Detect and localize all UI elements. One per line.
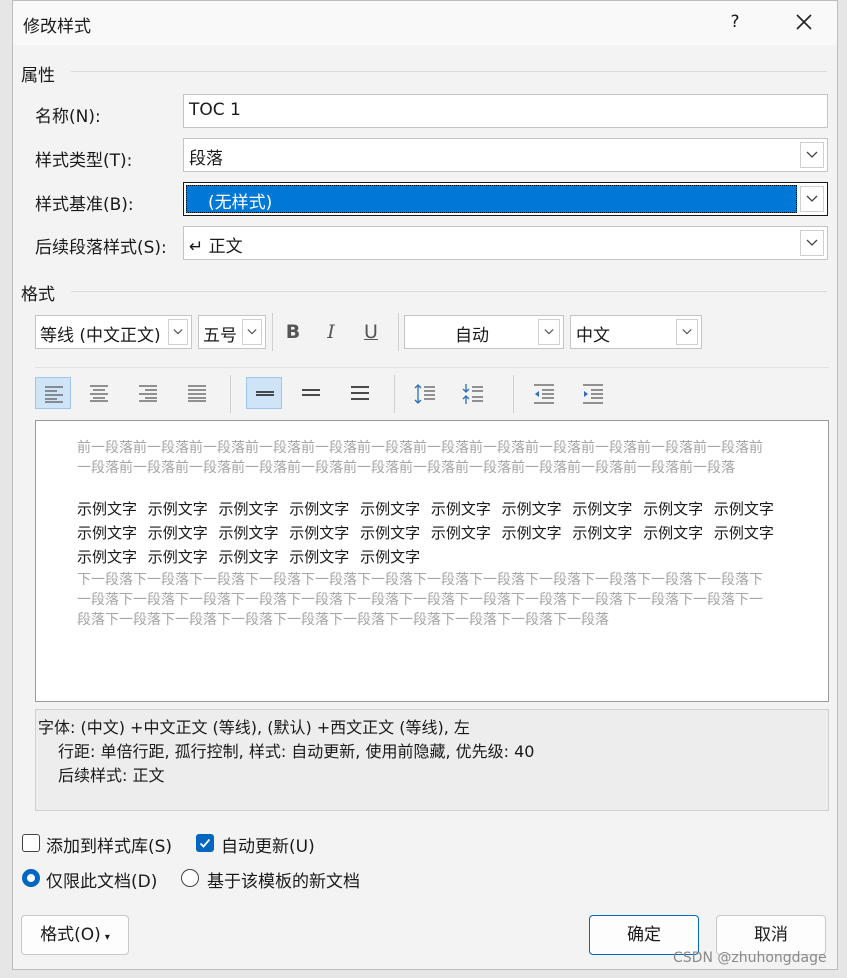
previous-paragraph-text: 前一段落前一段落前一段落前一段落前一段落前一段落前一段落前一段落前一段落前一段落… [77,440,763,476]
single-spacing-button[interactable] [246,377,282,409]
only-this-document-label[interactable]: 仅限此文档(D) [46,867,157,892]
based-on-label: 样式基准(B): [35,195,134,215]
selection-highlight [186,185,797,213]
script-dropdown[interactable]: 中文 [570,315,702,349]
align-center-button[interactable] [81,377,117,409]
name-label: 名称(N): [35,107,101,127]
paragraph-spacing-decrease-icon [462,384,483,404]
style-preview-pane: 前一段落前一段落前一段落前一段落前一段落前一段落前一段落前一段落前一段落前一段落… [35,420,829,702]
decrease-indent-button[interactable] [525,377,561,409]
name-field[interactable]: TOC 1 [183,94,828,128]
font-value: 等线 (中文正文) [40,326,161,346]
chevron-down-icon[interactable] [242,319,262,345]
watermark-text: CSDN @zhuhongdage [673,950,827,966]
based-on-dropdown[interactable]: (无样式) [183,182,828,216]
chevron-down-icon[interactable] [800,230,824,256]
modify-style-dialog: 修改样式 ? 属性 名称(N): TOC 1 样式类型(T): 段落 样式基准(… [12,0,838,970]
description-line-1: 字体: (中文) +中文正文 (等线), (默认) +西文正文 (等线), 左 [38,718,470,737]
align-left-icon [45,386,63,403]
paragraph-spacing-increase-icon [414,384,435,404]
format-menu-button[interactable]: 格式(O) ▾ [21,915,129,955]
add-to-gallery-label[interactable]: 添加到样式库(S) [46,832,172,857]
style-type-value: 段落 [189,149,223,169]
align-left-button[interactable] [35,377,71,409]
style-type-dropdown[interactable]: 段落 [183,138,828,172]
description-line-2: 行距: 单倍行距, 孤行控制, 样式: 自动更新, 使用前隐藏, 优先级: 40 [58,742,535,761]
increase-indent-icon [583,384,603,404]
toolbar-separator [513,375,514,413]
format-heading: 格式 [21,285,55,305]
close-button[interactable] [789,5,819,39]
one-half-spacing-button[interactable] [293,377,329,409]
properties-divider [71,71,827,72]
script-value: 中文 [576,326,610,346]
sample-text: 示例文字 示例文字 示例文字 示例文字 示例文字 示例文字 示例文字 示例文字 … [77,500,774,566]
close-icon [796,14,812,30]
font-size-dropdown[interactable]: 五号 [198,315,266,349]
font-color-dropdown[interactable]: 自动 [404,315,564,349]
align-right-icon [139,385,157,402]
decrease-indent-icon [534,384,554,404]
name-value: TOC 1 [189,100,241,120]
next-style-dropdown[interactable]: ↵ 正文 [183,226,828,260]
font-size-value: 五号 [203,326,237,346]
style-type-label: 样式类型(T): [35,151,133,171]
font-color-value: 自动 [455,326,489,346]
chevron-down-icon[interactable] [676,319,698,345]
double-spacing-icon [351,386,369,400]
dropdown-arrow-icon: ▾ [104,932,110,943]
toolbar-separator [272,313,273,351]
justify-icon [188,385,206,402]
chevron-down-icon[interactable] [538,319,560,345]
italic-button[interactable]: I [313,315,349,349]
align-center-icon [90,385,108,402]
decrease-paragraph-spacing-button[interactable] [454,377,490,409]
toolbar-separator [394,375,395,413]
chevron-down-icon[interactable] [800,186,824,212]
next-style-value: ↵ 正文 [189,237,243,257]
dialog-title: 修改样式 [23,17,91,37]
cancel-button[interactable]: 取消 [716,915,826,955]
next-paragraph-text: 下一段落下一段落下一段落下一段落下一段落下一段落下一段落下一段落下一段落下一段落… [77,572,763,628]
next-style-label: 后续段落样式(S): [35,238,167,258]
increase-indent-button[interactable] [574,377,610,409]
properties-heading: 属性 [21,66,55,86]
one-half-spacing-icon [302,389,320,396]
add-to-gallery-checkbox[interactable] [22,834,40,852]
title-bar: 修改样式 ? [13,1,837,45]
double-spacing-button[interactable] [342,377,378,409]
help-button[interactable]: ? [720,5,750,39]
font-dropdown[interactable]: 等线 (中文正文) [35,315,192,349]
style-description: 字体: (中文) +中文正文 (等线), (默认) +西文正文 (等线), 左 … [35,709,829,811]
description-line-3: 后续样式: 正文 [58,766,165,785]
format-button-label: 格式(O) [40,925,101,945]
checkmark-icon [199,838,211,848]
format-divider [71,291,827,292]
auto-update-label[interactable]: 自动更新(U) [221,832,315,857]
based-on-value: (无样式) [208,193,273,213]
align-right-button[interactable] [130,377,166,409]
new-documents-template-label[interactable]: 基于该模板的新文档 [207,867,360,892]
increase-paragraph-spacing-button[interactable] [406,377,442,409]
bold-button[interactable]: B [275,315,311,349]
justify-button[interactable] [179,377,215,409]
toolbar-separator [398,313,399,351]
new-documents-template-radio[interactable] [181,869,199,887]
single-spacing-icon [256,391,274,396]
only-this-document-radio[interactable] [22,869,40,887]
ok-button[interactable]: 确定 [589,915,699,955]
toolbar-separator [230,375,231,413]
chevron-down-icon[interactable] [168,319,188,345]
chevron-down-icon[interactable] [800,142,824,168]
underline-button[interactable]: U [353,315,389,349]
toolbar-divider [35,367,829,368]
auto-update-checkbox[interactable] [196,834,214,852]
